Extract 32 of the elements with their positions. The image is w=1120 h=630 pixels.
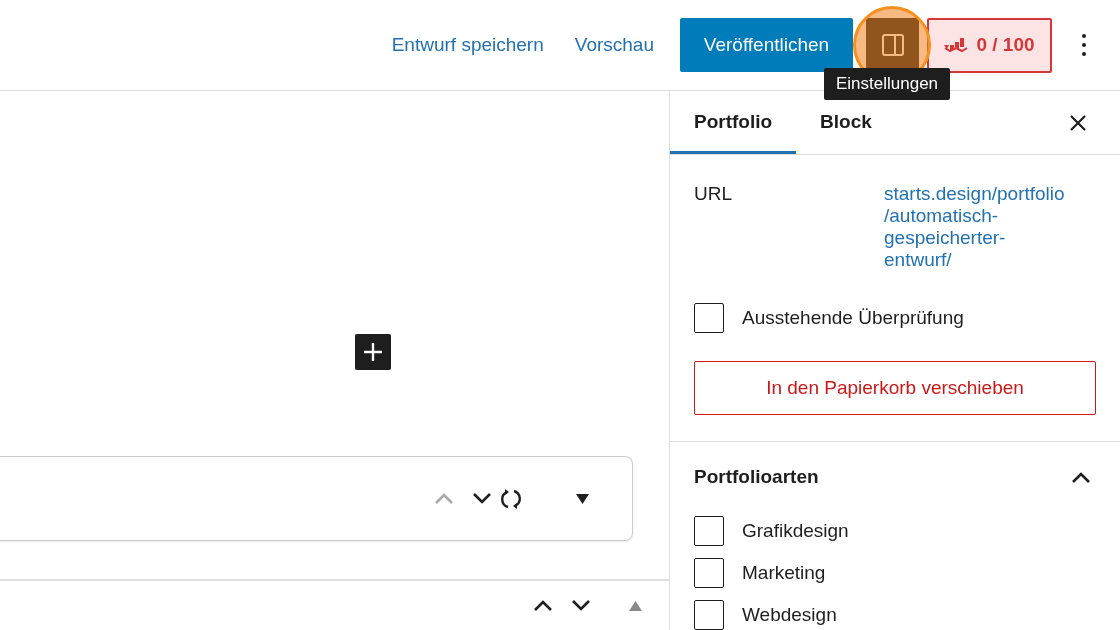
save-draft-link[interactable]: Entwurf speichern (391, 34, 544, 56)
sidebar-panel-icon (880, 33, 905, 57)
checkbox[interactable] (694, 516, 724, 546)
url-label: URL (694, 183, 733, 206)
more-vertical-icon (1082, 34, 1086, 56)
caret-up-icon (628, 600, 642, 611)
chevron-up-icon (534, 600, 552, 611)
checkbox-label: Ausstehende Überprüfung (742, 307, 964, 329)
publish-button[interactable]: Veröffentlichen (680, 18, 853, 72)
panel-title[interactable]: Portfolioarten (694, 466, 819, 488)
checkbox-label: Webdesign (742, 604, 837, 626)
trash-button[interactable]: In den Papierkorb verschieben (694, 361, 1096, 415)
plus-icon (363, 342, 383, 362)
preview-link[interactable]: Vorschau (574, 34, 654, 56)
close-icon (1070, 114, 1086, 131)
checkbox-label: Grafikdesign (742, 520, 849, 542)
caret-down-icon (575, 493, 589, 504)
chevron-up-icon (435, 493, 453, 504)
checkbox[interactable] (694, 303, 724, 333)
checkbox[interactable] (694, 600, 724, 630)
sidebar-tab[interactable]: Block (796, 104, 896, 154)
add-block-button[interactable] (355, 334, 391, 370)
chevron-down-icon (572, 600, 590, 611)
tooltip: Einstellungen (824, 68, 951, 100)
chevron-down-icon (473, 493, 491, 504)
permalink-link[interactable]: starts.design/portfolio /automatisch- gespeicherter- entwurf/ (884, 183, 1096, 271)
chart-icon (944, 36, 969, 54)
rotate-icon (500, 487, 522, 510)
checkbox[interactable] (694, 558, 724, 588)
sidebar-tab[interactable]: Portfolio (670, 104, 797, 154)
score-button[interactable]: 0 / 100 (927, 17, 1052, 73)
checkbox-label: Marketing (742, 562, 826, 584)
